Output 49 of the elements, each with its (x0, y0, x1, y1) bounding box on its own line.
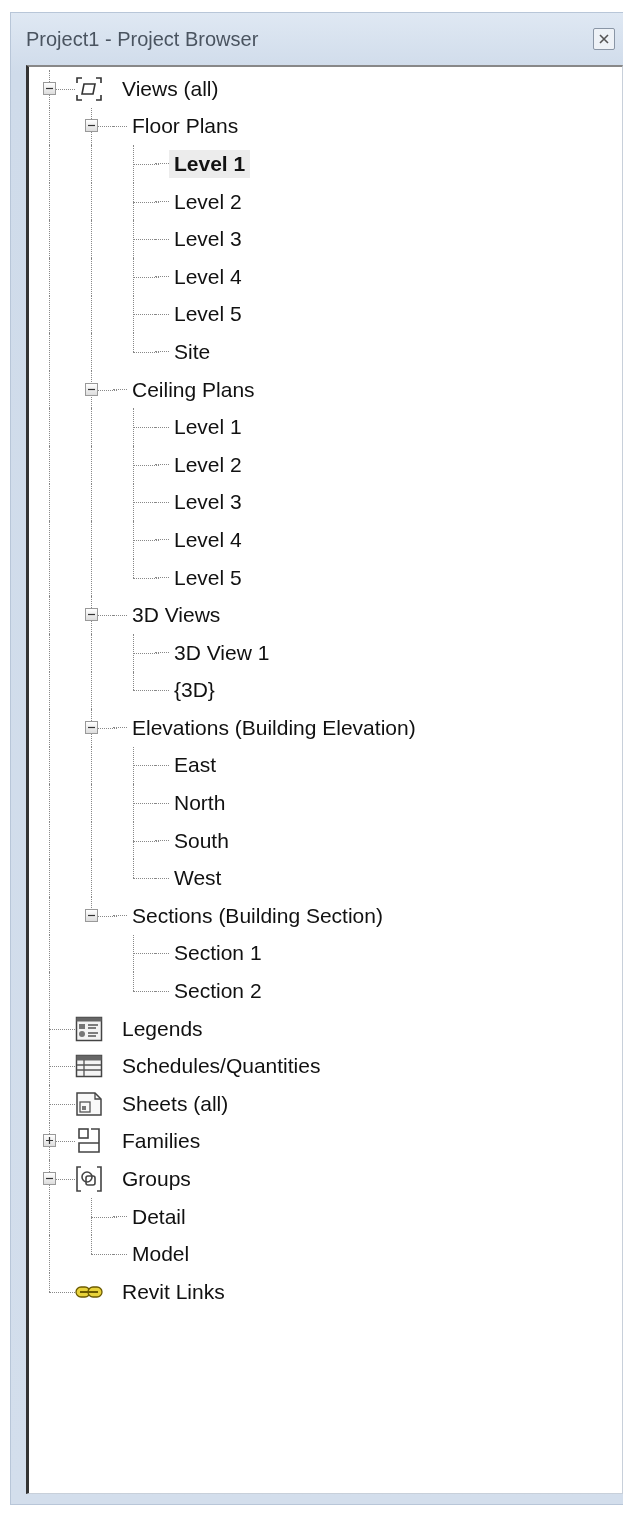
tree-item[interactable]: Level 5 (169, 300, 247, 329)
collapse-toggle[interactable] (85, 608, 98, 622)
tree-item[interactable]: Site (169, 337, 216, 366)
table-icon (75, 1052, 103, 1081)
tree-item[interactable]: Sheets (all) (117, 1089, 234, 1118)
tree-item[interactable]: Level 4 (169, 525, 247, 554)
tree-item[interactable]: North (169, 789, 231, 818)
tree-item[interactable]: {3D} (169, 676, 220, 705)
tree-item[interactable]: Revit Links (117, 1277, 230, 1306)
tree-item[interactable]: Level 2 (169, 450, 247, 479)
tree-item[interactable]: 3D View 1 (169, 638, 275, 667)
collapse-toggle[interactable] (43, 81, 56, 95)
tree-item[interactable]: Level 5 (169, 563, 247, 592)
collapse-toggle[interactable] (85, 382, 98, 396)
tree-item[interactable]: Groups (117, 1165, 196, 1193)
tree-item[interactable]: Ceiling Plans (127, 375, 260, 404)
tree-item[interactable]: South (169, 826, 234, 855)
tree-item[interactable]: West (169, 864, 227, 893)
close-button[interactable] (593, 28, 615, 50)
window-title: Project1 - Project Browser (26, 27, 259, 51)
tree-item[interactable]: Schedules/Quantities (117, 1052, 326, 1081)
sheet-icon (75, 1089, 103, 1118)
tree-item[interactable]: Section 1 (169, 939, 267, 968)
tree-item[interactable]: Level 4 (169, 262, 247, 291)
expand-toggle[interactable] (43, 1134, 56, 1148)
family-shapes-icon (75, 1127, 103, 1156)
tree-item[interactable]: 3D Views (127, 601, 226, 630)
tree-item[interactable]: Level 3 (169, 488, 247, 517)
tree-item[interactable]: Model (127, 1240, 195, 1269)
tree-item[interactable]: Elevations (Building Elevation) (127, 713, 421, 742)
tree-item[interactable]: Sections (Building Section) (127, 901, 388, 930)
tree-item[interactable]: Level 1 (169, 413, 247, 442)
tree-item[interactable]: East (169, 751, 222, 780)
tree-item[interactable]: Level 2 (169, 187, 247, 216)
collapse-toggle[interactable] (43, 1172, 56, 1185)
collapse-toggle[interactable] (85, 720, 98, 734)
tree-item[interactable]: Section 2 (169, 977, 267, 1006)
plus-icon (44, 1135, 55, 1147)
tree-item[interactable]: Detail (127, 1202, 191, 1231)
tree-item[interactable]: Families (117, 1127, 206, 1156)
tree-item[interactable]: Floor Plans (127, 112, 244, 141)
tree-item[interactable]: Views (all) (117, 74, 224, 103)
legend-icon (75, 1014, 103, 1043)
close-icon (597, 32, 611, 46)
tree-item[interactable]: Level 1 (169, 150, 251, 178)
tree-item[interactable]: Legends (117, 1014, 208, 1043)
collapse-toggle[interactable] (85, 908, 98, 922)
tree-item[interactable]: Level 3 (169, 225, 247, 254)
collapse-toggle[interactable] (85, 119, 98, 133)
